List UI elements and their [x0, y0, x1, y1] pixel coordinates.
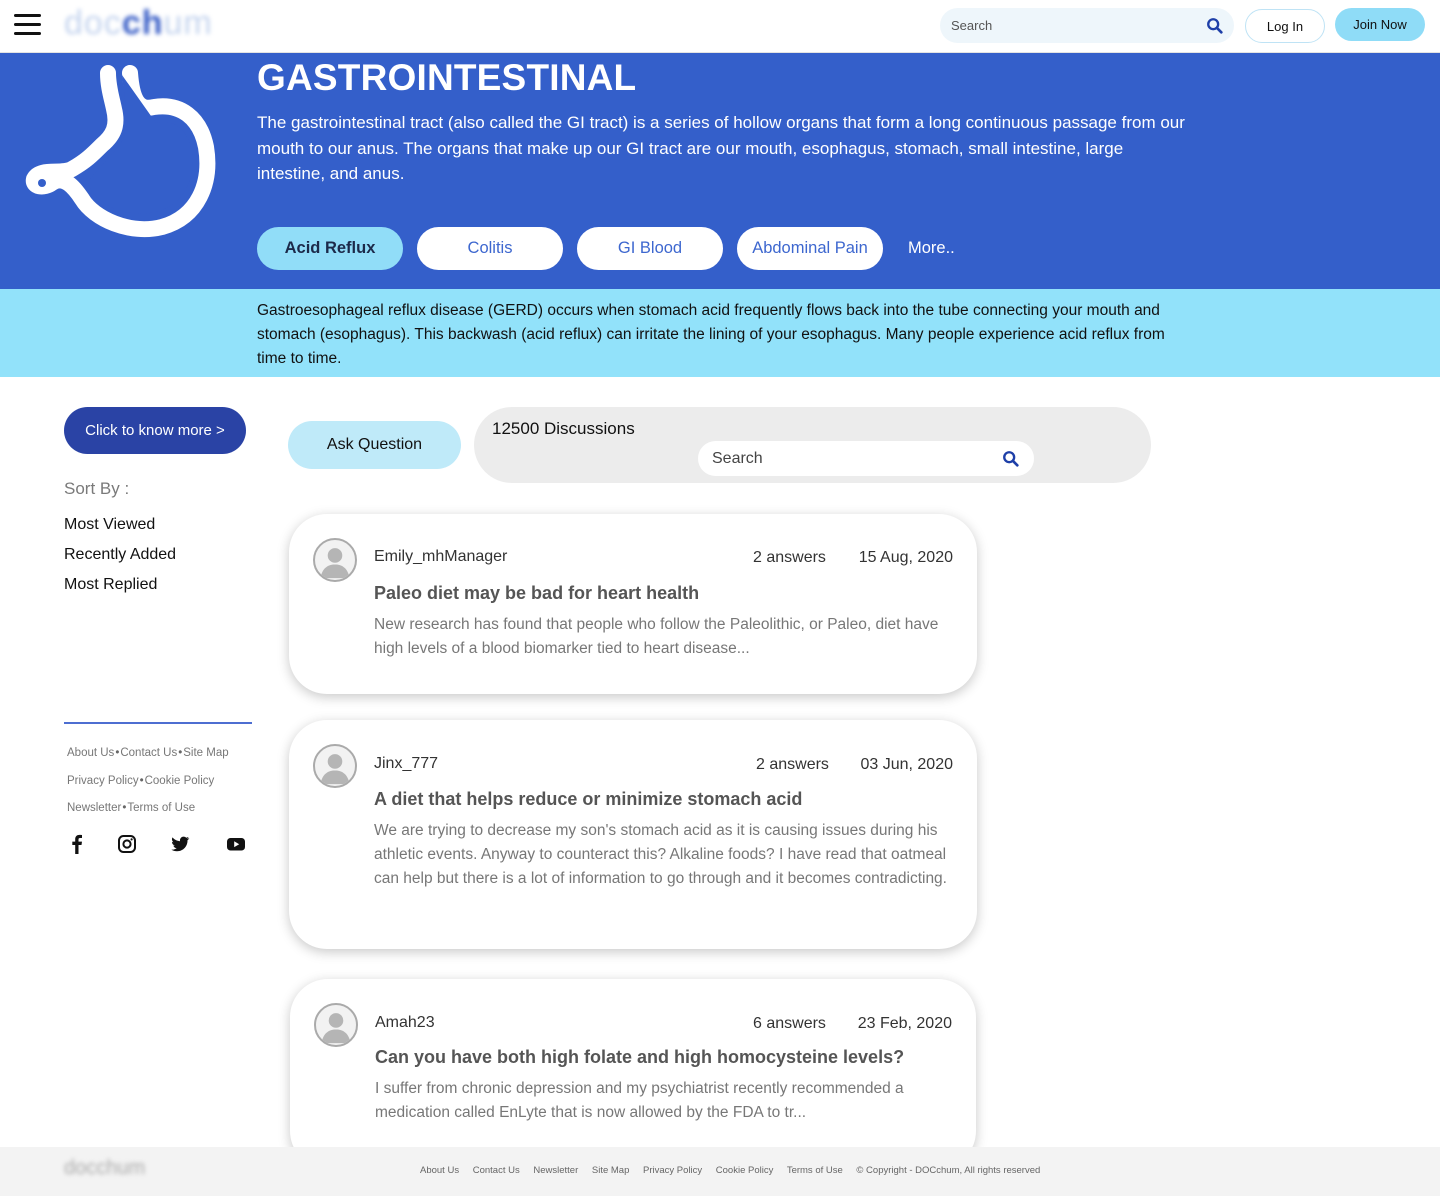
footer-privacy-link[interactable]: Privacy Policy	[643, 1165, 702, 1176]
post-author[interactable]: Emily_mhManager	[374, 548, 507, 566]
sort-by-label: Sort By :	[64, 479, 130, 498]
footer-cookie-link[interactable]: Cookie Policy	[716, 1165, 774, 1176]
instagram-icon[interactable]	[116, 834, 138, 854]
post-author[interactable]: Jinx_777	[374, 755, 438, 773]
site-logo[interactable]: docchum	[64, 4, 213, 44]
user-avatar-icon	[313, 538, 357, 582]
terms-of-use-link[interactable]: Terms of Use	[127, 802, 195, 814]
join-now-button[interactable]: Join Now	[1335, 8, 1425, 41]
youtube-icon[interactable]	[225, 834, 247, 854]
post-answer-count: 2 answers	[756, 756, 829, 773]
header-search-input[interactable]	[951, 8, 1201, 43]
search-icon[interactable]	[1206, 17, 1224, 35]
cookie-policy-link[interactable]: Cookie Policy	[145, 775, 215, 787]
discussion-card[interactable]: Jinx_777 2 answers 03 Jun, 2020 A diet t…	[289, 720, 977, 949]
topic-definition-text: Gastroesophageal reflux disease (GERD) o…	[257, 302, 1165, 367]
post-date: 15 Aug, 2020	[858, 549, 953, 566]
footer-links: About Us Contact Us Newsletter Site Map …	[420, 1165, 1051, 1176]
copyright-text: © Copyright - DOCchum, All rights reserv…	[856, 1165, 1041, 1176]
footer-logo[interactable]: docchum	[64, 1157, 145, 1180]
post-date: 23 Feb, 2020	[857, 1015, 952, 1032]
know-more-button[interactable]: Click to know more >	[64, 407, 246, 454]
ask-question-button[interactable]: Ask Question	[288, 421, 461, 469]
stomach-icon	[25, 65, 216, 238]
privacy-policy-link[interactable]: Privacy Policy	[67, 775, 139, 787]
about-us-link[interactable]: About Us	[67, 747, 114, 759]
page-title: GASTROINTESTINAL	[257, 57, 637, 98]
post-answer-count: 2 answers	[753, 549, 826, 566]
sort-most-replied[interactable]: Most Replied	[64, 576, 157, 594]
search-icon[interactable]	[1002, 450, 1020, 468]
newsletter-link[interactable]: Newsletter	[67, 802, 121, 814]
sort-most-viewed[interactable]: Most Viewed	[64, 516, 155, 534]
discussion-search-box	[698, 441, 1034, 476]
more-topics-link[interactable]: More..	[908, 239, 955, 258]
page-footer: docchum About Us Contact Us Newsletter S…	[0, 1147, 1440, 1196]
post-answer-count: 6 answers	[753, 1015, 826, 1032]
post-date: 03 Jun, 2020	[860, 756, 953, 773]
discussion-count: 12500 Discussions	[492, 419, 635, 438]
facebook-icon[interactable]	[66, 834, 88, 854]
topic-chip-gi-blood[interactable]: GI Blood	[577, 227, 723, 270]
site-map-link[interactable]: Site Map	[183, 747, 228, 759]
post-author[interactable]: Amah23	[375, 1014, 435, 1032]
header-search-box	[940, 8, 1234, 43]
footer-terms-link[interactable]: Terms of Use	[787, 1165, 843, 1176]
topic-chip-colitis[interactable]: Colitis	[417, 227, 563, 270]
top-navigation-bar: docchum Log In Join Now	[0, 0, 1440, 53]
topic-chip-abdominal-pain[interactable]: Abdominal Pain	[737, 227, 883, 270]
post-excerpt: New research has found that people who f…	[374, 616, 939, 657]
user-avatar-icon	[314, 1003, 358, 1047]
discussion-card[interactable]: Emily_mhManager 2 answers 15 Aug, 2020 P…	[289, 514, 977, 694]
discussion-card[interactable]: Amah23 6 answers 23 Feb, 2020 Can you ha…	[290, 979, 976, 1169]
topic-definition-band: Gastroesophageal reflux disease (GERD) o…	[0, 289, 1440, 377]
discussions-panel: 12500 Discussions	[474, 407, 1151, 483]
user-avatar-icon	[313, 744, 357, 788]
twitter-icon[interactable]	[169, 834, 191, 854]
sidebar-links-row-1: About Us•Contact Us•Site Map	[67, 747, 229, 759]
sidebar-divider	[64, 722, 252, 724]
topic-chip-acid-reflux[interactable]: Acid Reflux	[257, 227, 403, 270]
footer-about-link[interactable]: About Us	[420, 1165, 459, 1176]
login-button[interactable]: Log In	[1245, 9, 1325, 43]
sidebar-links-row-3: Newsletter•Terms of Use	[67, 802, 196, 814]
post-title[interactable]: Can you have both high folate and high h…	[375, 1047, 904, 1068]
hamburger-menu-icon[interactable]	[14, 14, 41, 36]
sidebar-links-row-2: Privacy Policy•Cookie Policy	[67, 775, 215, 787]
category-description: The gastrointestinal tract (also called …	[257, 113, 1185, 183]
footer-sitemap-link[interactable]: Site Map	[592, 1165, 630, 1176]
post-excerpt: I suffer from chronic depression and my …	[375, 1080, 904, 1121]
contact-us-link[interactable]: Contact Us	[120, 747, 177, 759]
post-title[interactable]: Paleo diet may be bad for heart health	[374, 583, 699, 604]
post-title[interactable]: A diet that helps reduce or minimize sto…	[374, 789, 802, 810]
discussion-search-input[interactable]	[712, 441, 992, 476]
footer-newsletter-link[interactable]: Newsletter	[533, 1165, 578, 1176]
category-hero: GASTROINTESTINAL The gastrointestinal tr…	[0, 53, 1440, 289]
post-excerpt: We are trying to decrease my son's stoma…	[374, 822, 947, 887]
footer-contact-link[interactable]: Contact Us	[473, 1165, 520, 1176]
sort-recently-added[interactable]: Recently Added	[64, 546, 176, 564]
